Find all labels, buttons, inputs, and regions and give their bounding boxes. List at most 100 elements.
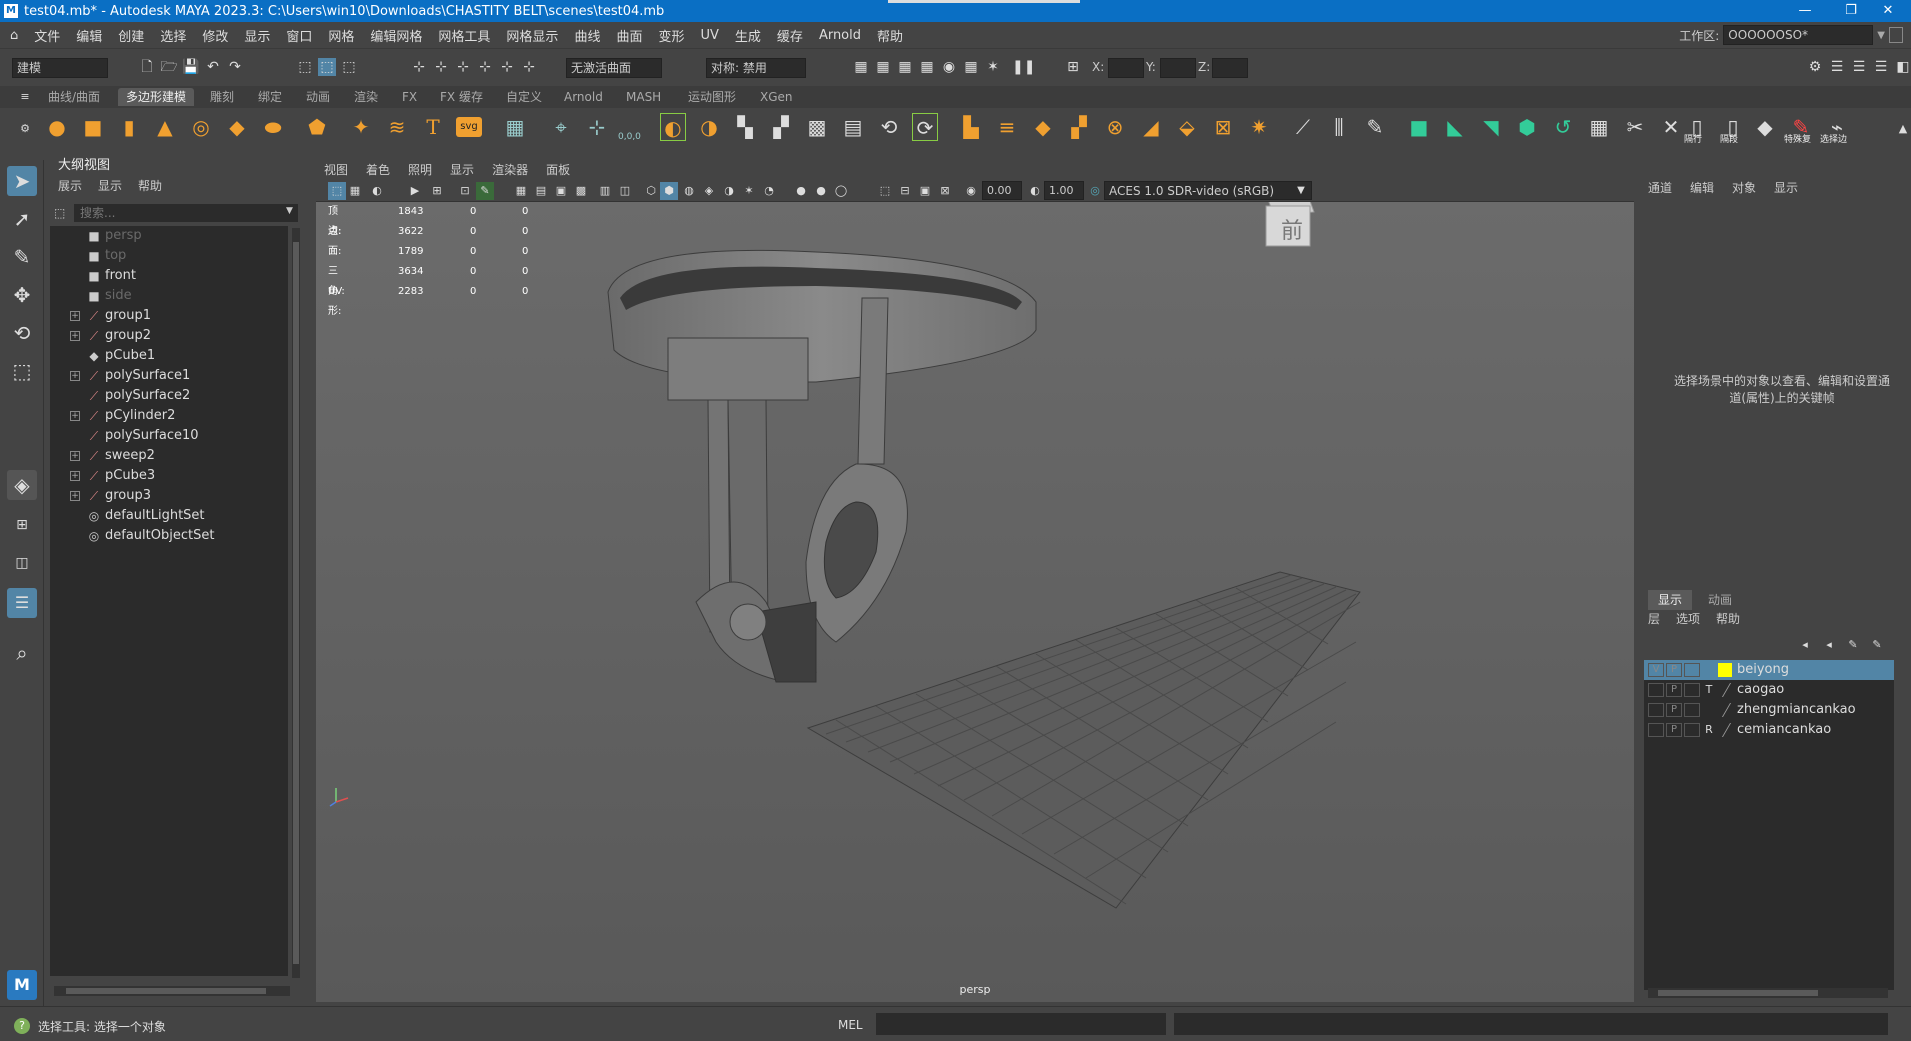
- channel-box-menu-object[interactable]: 对象: [1732, 179, 1756, 196]
- cylindrical-map-icon[interactable]: ◥: [1478, 113, 1504, 141]
- mirror-icon[interactable]: ◑: [696, 113, 722, 141]
- layer-row[interactable]: P Tcaogao: [1644, 680, 1894, 700]
- isolate-select-icon[interactable]: ⬡: [642, 182, 660, 200]
- shelf-options-icon[interactable]: ⚙: [16, 120, 34, 138]
- layer-visibility-toggle[interactable]: [1648, 723, 1664, 737]
- layer-row[interactable]: P Rcemiancankao: [1644, 720, 1894, 740]
- outliner-item[interactable]: ◆ pCube1: [50, 346, 288, 366]
- menu-set-dropdown[interactable]: 建模: [12, 58, 108, 78]
- outliner-item[interactable]: ■ top: [50, 246, 288, 266]
- reduce-icon[interactable]: ▤: [840, 113, 866, 141]
- poly-type-icon[interactable]: T: [420, 113, 446, 141]
- menu-select[interactable]: 选择: [152, 26, 194, 45]
- channel-box-icon[interactable]: ☰: [1872, 58, 1890, 76]
- open-scene-icon[interactable]: 🗁: [160, 58, 178, 76]
- spherical-map-icon[interactable]: ⬢: [1514, 113, 1540, 141]
- default-material-icon[interactable]: ◍: [680, 182, 698, 200]
- snap-point-icon[interactable]: ⊹: [454, 58, 472, 76]
- viewport-menu-shading[interactable]: 着色: [366, 160, 390, 180]
- quick-select-icon[interactable]: ◆: [1752, 113, 1778, 141]
- shelf-tab-sculpting[interactable]: 雕刻: [202, 88, 242, 106]
- cut-uv-icon[interactable]: ✂: [1622, 113, 1648, 141]
- viewport-menu-panels[interactable]: 面板: [546, 160, 570, 180]
- camera-attributes-icon[interactable]: ▦: [346, 182, 364, 200]
- gamma-icon[interactable]: ◐: [1026, 182, 1044, 200]
- expand-icon[interactable]: +: [70, 491, 80, 501]
- layer-row[interactable]: V Pbeiyong: [1644, 660, 1894, 680]
- redo-icon[interactable]: ↷: [226, 58, 244, 76]
- ssao-icon[interactable]: ●: [812, 182, 830, 200]
- outliner-item[interactable]: ■ persp: [50, 226, 288, 246]
- viewport-menu-renderer[interactable]: 渲染器: [492, 160, 528, 180]
- menu-mesh-tools[interactable]: 网格工具: [430, 26, 498, 45]
- poly-plane-icon[interactable]: ◆: [224, 113, 250, 141]
- safe-action-icon[interactable]: ⊠: [936, 182, 954, 200]
- outliner-item[interactable]: ◎ defaultObjectSet: [50, 526, 288, 546]
- poly-torus-icon[interactable]: ◎: [188, 113, 214, 141]
- layer-type-toggle[interactable]: [1701, 702, 1717, 718]
- x-field[interactable]: [1108, 58, 1144, 78]
- layer-type-toggle[interactable]: [1701, 662, 1717, 678]
- layer-row[interactable]: Pzhengmiancankao: [1644, 700, 1894, 720]
- hypershade-icon[interactable]: ◉: [940, 58, 958, 76]
- remesh-icon[interactable]: ⟲: [876, 113, 902, 141]
- save-scene-icon[interactable]: 💾: [182, 58, 200, 76]
- combine-icon[interactable]: ▦: [502, 113, 528, 141]
- menu-curves[interactable]: 曲线: [566, 26, 608, 45]
- poly-cube-icon[interactable]: ■: [80, 113, 106, 141]
- shelf-tab-poly-modeling[interactable]: 多边形建模: [118, 88, 195, 106]
- lights-icon[interactable]: ▩: [572, 182, 590, 200]
- layer-hscroll-thumb[interactable]: [1658, 990, 1818, 996]
- tool-settings-icon[interactable]: ☰: [1850, 58, 1868, 76]
- shelf-tab-xgen[interactable]: XGen: [752, 88, 801, 106]
- outliner-vscrollbar[interactable]: [292, 228, 300, 978]
- layer-menu-options[interactable]: 选项: [1676, 610, 1700, 627]
- snap-to-origin-icon[interactable]: ⌖: [548, 113, 574, 141]
- hud-icon[interactable]: ⬚: [876, 182, 894, 200]
- shelf-tab-curves[interactable]: 曲线/曲面: [40, 88, 108, 106]
- smooth-shade-icon[interactable]: ▤: [532, 182, 550, 200]
- view-cube-label[interactable]: 前: [1270, 212, 1314, 252]
- measure-icon[interactable]: ⊹: [584, 113, 610, 141]
- outliner-item[interactable]: ⟋ polySurface2: [50, 386, 288, 406]
- snap-curve-icon[interactable]: ⊹: [432, 58, 450, 76]
- outliner-item[interactable]: + ⟋ sweep2: [50, 446, 288, 466]
- shelf-tab-motion-graphics[interactable]: 运动图形: [680, 88, 744, 106]
- menu-edit[interactable]: 编辑: [68, 26, 110, 45]
- search-dropdown-icon[interactable]: ▼: [286, 206, 293, 216]
- dropdown-arrow-icon[interactable]: ▼: [1877, 30, 1885, 41]
- menu-create[interactable]: 创建: [110, 26, 152, 45]
- hdr-icon[interactable]: ◯: [832, 182, 850, 200]
- resolution-gate-icon[interactable]: ⊟: [896, 182, 914, 200]
- shelf-tab-fx-caching[interactable]: FX 缓存: [432, 88, 491, 106]
- layer-hscrollbar[interactable]: [1648, 988, 1888, 998]
- move-layer-down-icon[interactable]: ◂: [1820, 636, 1838, 654]
- color-space-arrow-icon[interactable]: ▼: [1292, 182, 1310, 200]
- menu-generate[interactable]: 生成: [727, 26, 769, 45]
- shelf-menu-icon[interactable]: ≡: [16, 88, 34, 106]
- layer-visibility-toggle[interactable]: [1648, 703, 1664, 717]
- select-uv-icon[interactable]: ■: [1406, 113, 1432, 141]
- undo-icon[interactable]: ↶: [204, 58, 222, 76]
- search-options-icon[interactable]: ⬚: [54, 206, 65, 220]
- anti-alias-icon[interactable]: ◔: [760, 182, 778, 200]
- ipr-render-icon[interactable]: ▦: [896, 58, 914, 76]
- layer-color-swatch[interactable]: [1718, 663, 1732, 677]
- shelf-tab-fx[interactable]: FX: [394, 88, 425, 106]
- outliner-item[interactable]: + ⟋ pCylinder2: [50, 406, 288, 426]
- film-gate-icon[interactable]: ⊡: [456, 182, 474, 200]
- select-hierarchy-icon[interactable]: ⬚: [296, 58, 314, 76]
- shelf-scroll-icon[interactable]: ▲: [1894, 120, 1911, 138]
- append-icon[interactable]: ▞: [1066, 113, 1092, 141]
- outliner-item[interactable]: ◎ defaultLightSet: [50, 506, 288, 526]
- shelf-tab-animation[interactable]: 动画: [298, 88, 338, 106]
- workspace-dropdown[interactable]: OOOOOOSO*: [1723, 25, 1874, 45]
- expand-icon[interactable]: +: [70, 451, 80, 461]
- shelf-tab-rendering[interactable]: 渲染: [346, 88, 386, 106]
- menu-deform[interactable]: 变形: [650, 26, 692, 45]
- four-view-icon[interactable]: ⊞: [7, 510, 37, 540]
- menu-edit-mesh[interactable]: 编辑网格: [362, 26, 430, 45]
- gate-mask-icon[interactable]: ▣: [916, 182, 934, 200]
- layer-tab-animation[interactable]: 动画: [1698, 590, 1742, 610]
- layer-tab-display[interactable]: 显示: [1648, 590, 1693, 610]
